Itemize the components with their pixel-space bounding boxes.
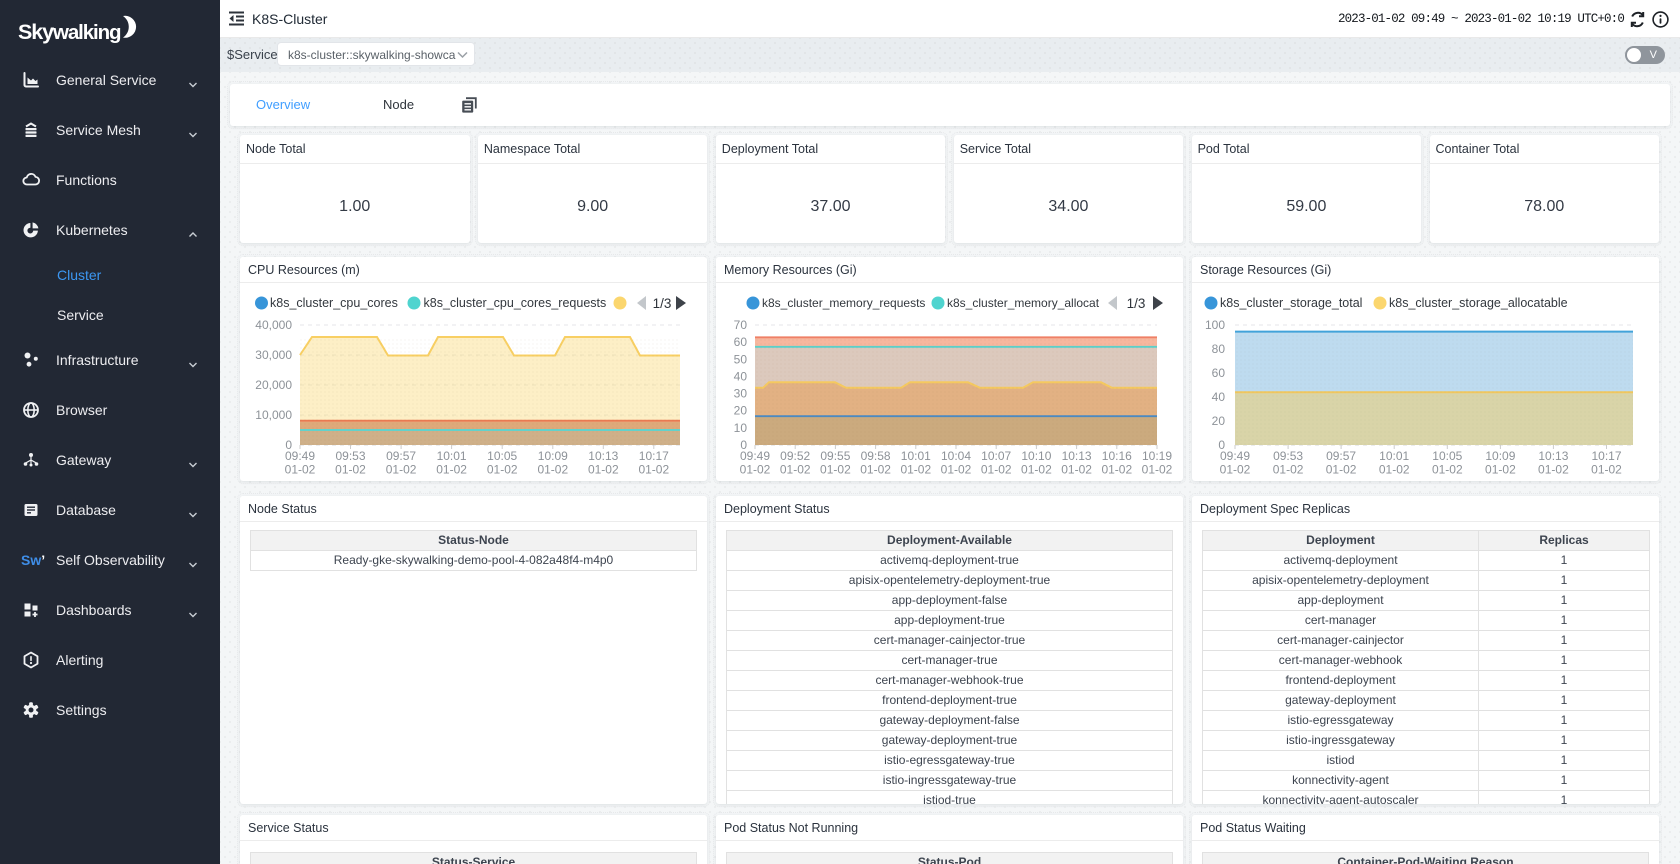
svg-text:40,000: 40,000	[255, 318, 292, 332]
svg-text:09:57: 09:57	[1326, 449, 1356, 463]
svg-text:01-02: 01-02	[386, 463, 417, 477]
svg-text:01-02: 01-02	[941, 463, 972, 477]
svg-text:50: 50	[734, 352, 748, 366]
svg-text:01-02: 01-02	[1538, 463, 1569, 477]
svg-text:10:09: 10:09	[1485, 449, 1515, 463]
svg-text:10:17: 10:17	[639, 449, 669, 463]
svg-text:20,000: 20,000	[255, 378, 292, 392]
svg-text:10:13: 10:13	[1538, 449, 1568, 463]
svg-text:k8s_cluster_cpu_cores: k8s_cluster_cpu_cores	[270, 296, 398, 310]
svg-text:10:05: 10:05	[1432, 449, 1462, 463]
svg-text:1/3: 1/3	[653, 296, 672, 311]
svg-text:10:16: 10:16	[1102, 449, 1132, 463]
svg-text:09:52: 09:52	[780, 449, 810, 463]
svg-text:01-02: 01-02	[1021, 463, 1052, 477]
svg-text:k8s_cluster_memory_allocat: k8s_cluster_memory_allocat	[947, 296, 1100, 310]
svg-text:10:04: 10:04	[941, 449, 971, 463]
svg-text:60: 60	[1212, 366, 1226, 380]
svg-text:70: 70	[734, 318, 748, 332]
svg-text:10:05: 10:05	[487, 449, 517, 463]
svg-text:100: 100	[1205, 318, 1225, 332]
svg-text:01-02: 01-02	[981, 463, 1012, 477]
svg-text:1/3: 1/3	[1127, 296, 1146, 311]
svg-text:01-02: 01-02	[1432, 463, 1463, 477]
svg-text:01-02: 01-02	[900, 463, 931, 477]
svg-text:30,000: 30,000	[255, 348, 292, 362]
svg-text:10:09: 10:09	[538, 449, 568, 463]
svg-text:01-02: 01-02	[1101, 463, 1132, 477]
svg-text:10:01: 10:01	[1379, 449, 1409, 463]
svg-text:09:49: 09:49	[740, 449, 770, 463]
svg-text:10: 10	[734, 421, 748, 435]
svg-text:01-02: 01-02	[740, 463, 771, 477]
svg-text:01-02: 01-02	[1485, 463, 1516, 477]
svg-text:09:49: 09:49	[285, 449, 315, 463]
svg-text:09:57: 09:57	[386, 449, 416, 463]
svg-text:10,000: 10,000	[255, 408, 292, 422]
svg-text:k8s_cluster_memory_requests: k8s_cluster_memory_requests	[762, 296, 925, 310]
svg-text:01-02: 01-02	[1326, 463, 1357, 477]
svg-text:10:10: 10:10	[1021, 449, 1051, 463]
svg-text:01-02: 01-02	[860, 463, 891, 477]
svg-text:10:13: 10:13	[588, 449, 618, 463]
svg-text:k8s_cluster_storage_allocatabl: k8s_cluster_storage_allocatable	[1389, 296, 1568, 310]
svg-text:10:01: 10:01	[901, 449, 931, 463]
svg-text:k8s_cluster_cpu_cores_requests: k8s_cluster_cpu_cores_requests	[424, 296, 607, 310]
svg-text:01-02: 01-02	[1273, 463, 1304, 477]
svg-text:20: 20	[1212, 414, 1226, 428]
svg-text:01-02: 01-02	[1220, 463, 1251, 477]
svg-text:01-02: 01-02	[1591, 463, 1622, 477]
svg-text:30: 30	[734, 387, 748, 401]
svg-text:80: 80	[1212, 342, 1226, 356]
svg-text:01-02: 01-02	[1379, 463, 1410, 477]
svg-text:60: 60	[734, 335, 748, 349]
svg-text:01-02: 01-02	[285, 463, 316, 477]
svg-text:10:19: 10:19	[1142, 449, 1172, 463]
svg-text:10:17: 10:17	[1591, 449, 1621, 463]
svg-text:09:58: 09:58	[861, 449, 891, 463]
svg-text:01-02: 01-02	[1142, 463, 1173, 477]
svg-text:40: 40	[1212, 390, 1226, 404]
svg-text:01-02: 01-02	[436, 463, 467, 477]
svg-text:09:55: 09:55	[820, 449, 850, 463]
svg-text:40: 40	[734, 369, 748, 383]
svg-text:01-02: 01-02	[588, 463, 619, 477]
svg-text:10:01: 10:01	[437, 449, 467, 463]
svg-text:01-02: 01-02	[1061, 463, 1092, 477]
svg-text:01-02: 01-02	[487, 463, 518, 477]
svg-text:01-02: 01-02	[537, 463, 568, 477]
svg-text:01-02: 01-02	[335, 463, 366, 477]
svg-text:01-02: 01-02	[780, 463, 811, 477]
svg-text:09:53: 09:53	[1273, 449, 1303, 463]
svg-text:10:07: 10:07	[981, 449, 1011, 463]
svg-text:k8s_cluster_storage_total: k8s_cluster_storage_total	[1220, 296, 1362, 310]
svg-text:20: 20	[734, 404, 748, 418]
svg-text:01-02: 01-02	[638, 463, 669, 477]
svg-text:09:49: 09:49	[1220, 449, 1250, 463]
svg-text:09:53: 09:53	[335, 449, 365, 463]
svg-text:10:13: 10:13	[1062, 449, 1092, 463]
svg-text:01-02: 01-02	[820, 463, 851, 477]
